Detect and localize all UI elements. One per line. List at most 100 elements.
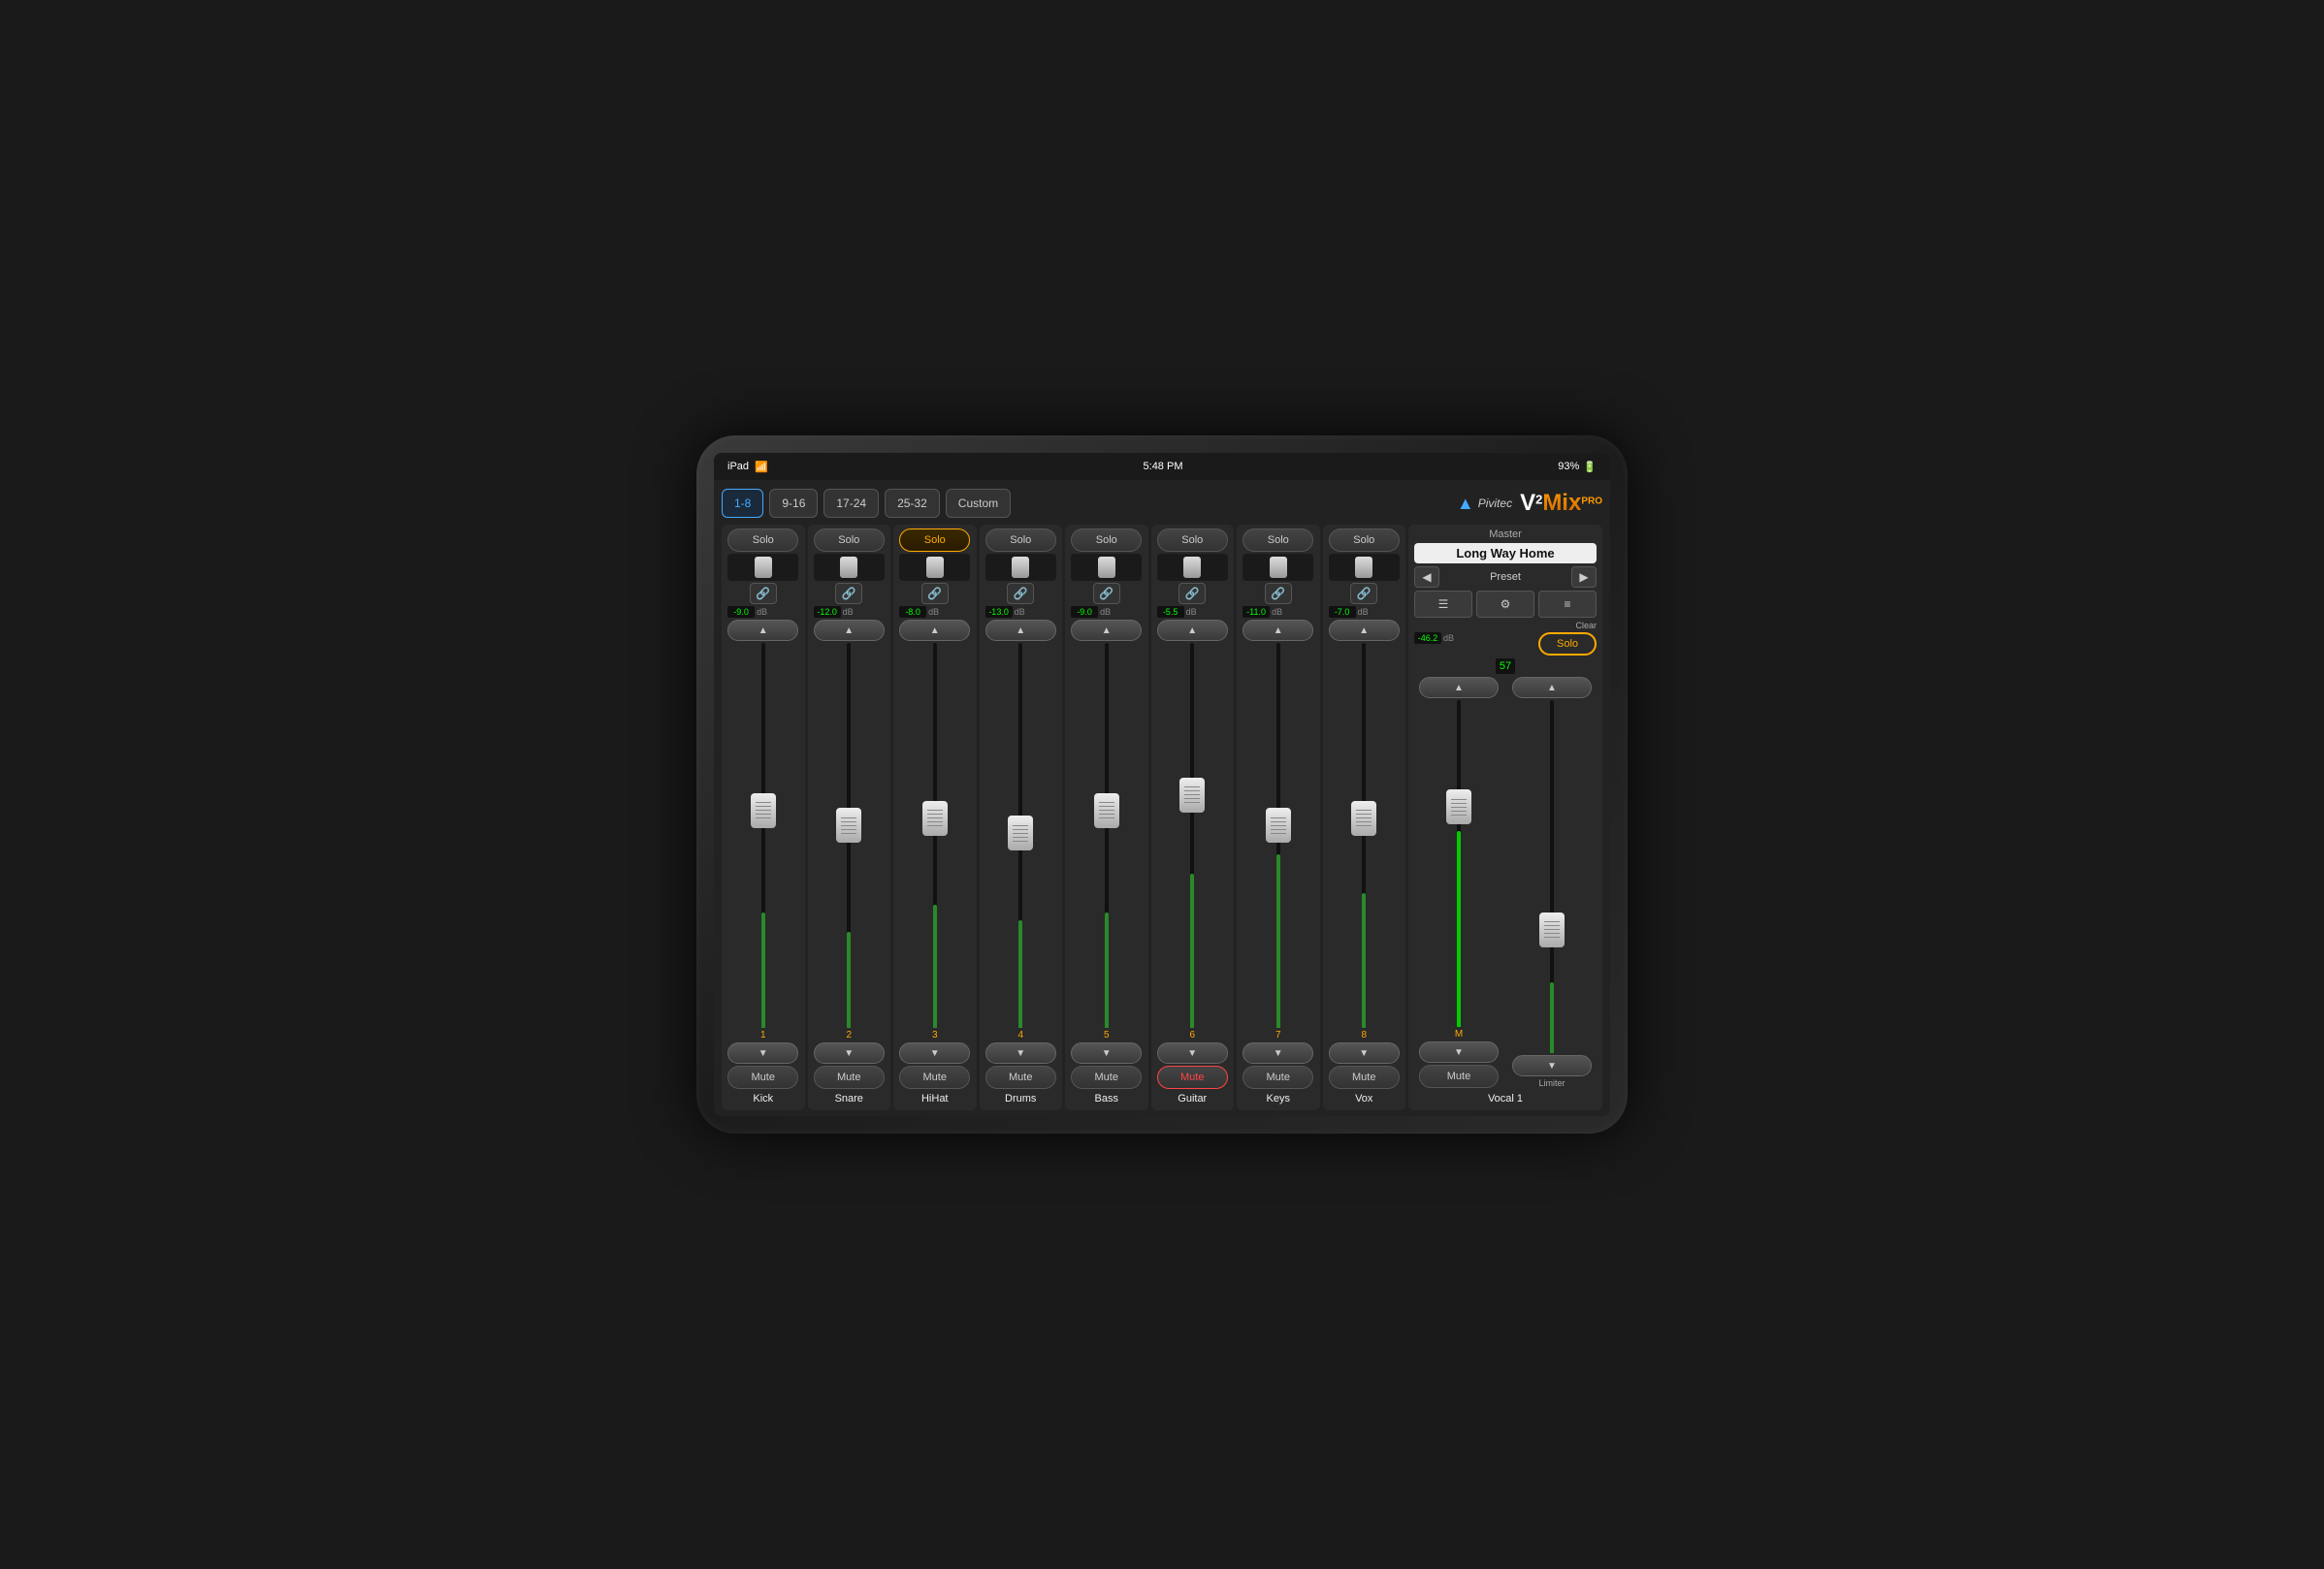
pan-slider-8[interactable] (1329, 554, 1400, 581)
mute-btn-1[interactable]: Mute (727, 1066, 798, 1089)
up-btn-3[interactable]: ▲ (899, 620, 970, 641)
channel-strip-4: Solo 🔗 -13.0 dB ▲ (980, 525, 1063, 1110)
fader-track-5 (1105, 643, 1109, 1028)
solo-btn-8[interactable]: Solo (1329, 528, 1400, 552)
solo-btn-6[interactable]: Solo (1157, 528, 1228, 552)
master-solo-btn[interactable]: Solo (1538, 632, 1597, 656)
ipad-screen: iPad 📶 5:48 PM 93% 🔋 1-8 9-16 17-24 25-3… (714, 453, 1610, 1116)
pan-slider-3[interactable] (899, 554, 970, 581)
db-value-1: -9.0 (727, 606, 755, 618)
solo-btn-3[interactable]: Solo (899, 528, 970, 552)
logo-area: ▲ Pivitec V2MixPRO (1457, 490, 1602, 517)
menu-btn[interactable]: ≡ (1538, 591, 1597, 618)
master-label: Master (1414, 528, 1597, 540)
solo-btn-5[interactable]: Solo (1071, 528, 1142, 552)
db-value-4: -13.0 (985, 606, 1013, 618)
master-mute-btn[interactable]: Mute (1419, 1065, 1500, 1088)
preset-next-btn[interactable]: ▶ (1571, 566, 1597, 588)
pan-slider-4[interactable] (985, 554, 1056, 581)
tab-25-32[interactable]: 25-32 (885, 489, 940, 518)
down-btn-5[interactable]: ▼ (1071, 1042, 1142, 1064)
up-btn-5[interactable]: ▲ (1071, 620, 1142, 641)
channel-name-3: HiHat (921, 1091, 949, 1106)
master-db-unit: dB (1443, 633, 1454, 643)
pan-slider-7[interactable] (1243, 554, 1313, 581)
mute-btn-6[interactable]: Mute (1157, 1066, 1228, 1089)
link-btn-2[interactable]: 🔗 (835, 583, 862, 604)
limiter-fader-level (1550, 982, 1554, 1053)
master-up-btn[interactable]: ▲ (1419, 677, 1500, 698)
link-btn-8[interactable]: 🔗 (1350, 583, 1377, 604)
top-bar: 1-8 9-16 17-24 25-32 Custom ▲ Pivitec V2… (722, 486, 1602, 521)
solo-btn-7[interactable]: Solo (1243, 528, 1313, 552)
preset-prev-btn[interactable]: ◀ (1414, 566, 1439, 588)
channel-strip-3: Solo 🔗 -8.0 dB ▲ (893, 525, 977, 1110)
mute-btn-3[interactable]: Mute (899, 1066, 970, 1089)
mute-btn-8[interactable]: Mute (1329, 1066, 1400, 1089)
mixer-icon-btn[interactable]: ☰ (1414, 591, 1472, 618)
fader-level-6 (1190, 874, 1194, 1028)
channel-name-2: Snare (835, 1091, 863, 1106)
fader-thumb-1[interactable] (751, 793, 776, 828)
up-btn-4[interactable]: ▲ (985, 620, 1056, 641)
db-value-3: -8.0 (899, 606, 926, 618)
solo-btn-1[interactable]: Solo (727, 528, 798, 552)
down-btn-2[interactable]: ▼ (814, 1042, 885, 1064)
solo-btn-4[interactable]: Solo (985, 528, 1056, 552)
up-btn-8[interactable]: ▲ (1329, 620, 1400, 641)
tab-17-24[interactable]: 17-24 (823, 489, 879, 518)
link-btn-1[interactable]: 🔗 (750, 583, 777, 604)
fader-level-2 (847, 932, 851, 1028)
tab-1-8[interactable]: 1-8 (722, 489, 763, 518)
up-btn-7[interactable]: ▲ (1243, 620, 1313, 641)
mixer-area: Solo 🔗 -9.0 dB ▲ (722, 525, 1602, 1110)
master-title: Long Way Home (1414, 543, 1597, 563)
limiter-down-btn[interactable]: ▼ (1512, 1055, 1593, 1076)
tab-custom[interactable]: Custom (946, 489, 1011, 518)
channel-num-5: 5 (1104, 1030, 1110, 1041)
down-btn-6[interactable]: ▼ (1157, 1042, 1228, 1064)
fader-thumb-5[interactable] (1094, 793, 1119, 828)
master-fader-row: ▲ M ▼ Mute (1414, 677, 1597, 1088)
main-content: 1-8 9-16 17-24 25-32 Custom ▲ Pivitec V2… (714, 480, 1610, 1116)
link-btn-6[interactable]: 🔗 (1178, 583, 1206, 604)
link-btn-3[interactable]: 🔗 (921, 583, 949, 604)
link-btn-5[interactable]: 🔗 (1093, 583, 1120, 604)
limiter-up-btn[interactable]: ▲ (1512, 677, 1593, 698)
down-btn-8[interactable]: ▼ (1329, 1042, 1400, 1064)
tab-9-16[interactable]: 9-16 (769, 489, 818, 518)
fader-thumb-6[interactable] (1179, 778, 1205, 813)
mute-btn-7[interactable]: Mute (1243, 1066, 1313, 1089)
wifi-icon: 📶 (755, 461, 768, 473)
fader-thumb-7[interactable] (1266, 808, 1291, 843)
link-btn-7[interactable]: 🔗 (1265, 583, 1292, 604)
solo-btn-2[interactable]: Solo (814, 528, 885, 552)
fader-thumb-8[interactable] (1351, 801, 1376, 836)
fader-thumb-4[interactable] (1008, 816, 1033, 850)
master-fader-thumb[interactable] (1446, 789, 1471, 824)
down-btn-1[interactable]: ▼ (727, 1042, 798, 1064)
limiter-fader-thumb[interactable] (1539, 913, 1565, 947)
up-btn-2[interactable]: ▲ (814, 620, 885, 641)
pan-slider-1[interactable] (727, 554, 798, 581)
up-btn-6[interactable]: ▲ (1157, 620, 1228, 641)
down-btn-7[interactable]: ▼ (1243, 1042, 1313, 1064)
link-btn-4[interactable]: 🔗 (1007, 583, 1034, 604)
fader-thumb-2[interactable] (836, 808, 861, 843)
down-btn-3[interactable]: ▼ (899, 1042, 970, 1064)
mute-btn-4[interactable]: Mute (985, 1066, 1056, 1089)
mute-btn-2[interactable]: Mute (814, 1066, 885, 1089)
mute-btn-5[interactable]: Mute (1071, 1066, 1142, 1089)
up-btn-1[interactable]: ▲ (727, 620, 798, 641)
pan-slider-5[interactable] (1071, 554, 1142, 581)
master-down-btn[interactable]: ▼ (1419, 1041, 1500, 1063)
master-fader-col-main: ▲ M ▼ Mute (1414, 677, 1503, 1088)
settings-btn[interactable]: ⚙ (1476, 591, 1534, 618)
channel-strip-7: Solo 🔗 -11.0 dB ▲ (1237, 525, 1320, 1110)
down-btn-4[interactable]: ▼ (985, 1042, 1056, 1064)
pan-slider-6[interactable] (1157, 554, 1228, 581)
battery-label: 93% (1558, 461, 1579, 472)
pan-slider-2[interactable] (814, 554, 885, 581)
fader-thumb-3[interactable] (922, 801, 948, 836)
clear-label: Clear (1575, 621, 1597, 630)
